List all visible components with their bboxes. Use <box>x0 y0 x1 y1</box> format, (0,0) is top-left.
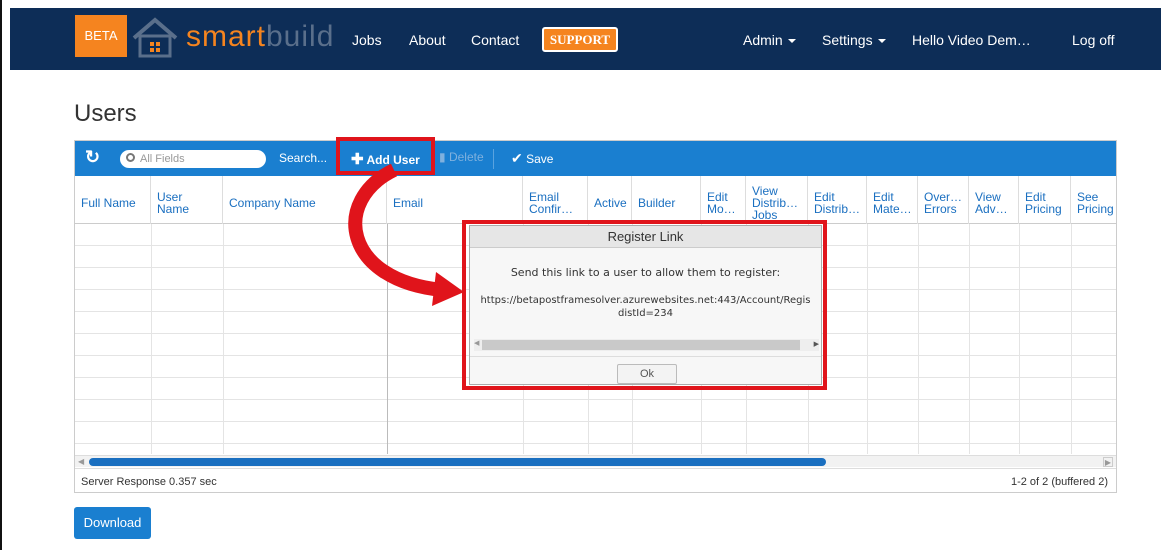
nav-contact[interactable]: Contact <box>471 32 519 48</box>
logo-text-build: build <box>266 20 335 53</box>
col-see-pricing[interactable]: See Pricing <box>1071 176 1116 224</box>
search-icon <box>126 153 135 162</box>
nav-jobs[interactable]: Jobs <box>352 32 382 48</box>
col-over-errors[interactable]: Over… Errors <box>918 176 969 224</box>
nav-user-greeting[interactable]: Hello Video Dem… <box>912 32 1031 48</box>
nav-logoff[interactable]: Log off <box>1072 32 1115 48</box>
col-builder[interactable]: Builder <box>632 176 701 224</box>
app-window: BETA smartbuild Jobs About Contact SUPPO… <box>0 0 1161 550</box>
dialog-scrollbar[interactable]: ◀ ▶ <box>474 339 819 351</box>
col-view-distrib-jobs[interactable]: View Distrib… Jobs <box>746 176 808 224</box>
dialog-divider <box>470 356 821 357</box>
nav-admin-label: Admin <box>743 32 783 48</box>
save-label: Save <box>526 152 554 166</box>
chevron-down-icon <box>877 39 886 44</box>
top-navbar: BETA smartbuild Jobs About Contact SUPPO… <box>10 8 1161 70</box>
dialog-scrollbar-thumb[interactable] <box>482 340 800 350</box>
col-active[interactable]: Active <box>588 176 632 224</box>
save-button[interactable]: ✔ Save <box>511 150 553 167</box>
register-link-dialog: Register Link Send this link to a user t… <box>469 225 822 385</box>
download-button[interactable]: Download <box>74 507 151 539</box>
nav-settings-dropdown[interactable]: Settings <box>822 32 886 48</box>
col-edit-pricing[interactable]: Edit Pricing <box>1019 176 1071 224</box>
page-title: Users <box>74 100 137 127</box>
logo-text-smart: smart <box>186 20 266 53</box>
col-email-confirmed[interactable]: Email Confir… <box>523 176 588 224</box>
scroll-right-arrow-icon[interactable]: ▶ <box>814 340 819 348</box>
ok-button[interactable]: Ok <box>617 364 677 384</box>
beta-badge: BETA <box>75 15 127 57</box>
house-logo-icon <box>132 17 178 58</box>
register-link-text[interactable]: https://betapostframesolver.azurewebsite… <box>470 294 821 320</box>
search-button[interactable]: Search... <box>279 151 327 165</box>
server-response-text: Server Response 0.357 sec <box>81 476 217 488</box>
col-edit-mate[interactable]: Edit Mate… <box>867 176 918 224</box>
nav-admin-dropdown[interactable]: Admin <box>743 32 796 48</box>
checkmark-icon: ✔ <box>511 150 523 166</box>
register-link-line1: https://betapostframesolver.azurewebsite… <box>480 295 811 306</box>
col-edit-mo[interactable]: Edit Mo… <box>701 176 746 224</box>
dialog-message: Send this link to a user to allow them t… <box>510 266 781 279</box>
brand-logo[interactable]: smartbuild <box>186 20 334 54</box>
horizontal-scrollbar[interactable]: ◀ ▶ <box>75 455 1116 467</box>
register-link-line2: distId=234 <box>617 308 674 319</box>
grid-footer: Server Response 0.357 sec 1-2 of 2 (buff… <box>75 468 1116 492</box>
grid-toolbar: ↻ All Fields Search... ✚ Add User ▮ Dele… <box>75 141 1116 176</box>
col-view-adv[interactable]: View Adv… <box>969 176 1019 224</box>
dialog-title: Register Link <box>470 226 821 248</box>
nav-about[interactable]: About <box>409 32 446 48</box>
search-input[interactable]: All Fields <box>120 150 266 168</box>
nav-settings-label: Settings <box>822 32 873 48</box>
support-button[interactable]: SUPPORT <box>542 27 618 52</box>
chevron-down-icon <box>787 39 796 44</box>
scroll-right-arrow-icon[interactable]: ▶ <box>1103 457 1113 467</box>
refresh-icon[interactable]: ↻ <box>85 147 100 168</box>
col-user-name[interactable]: User Name <box>151 176 223 224</box>
curved-arrow-icon <box>348 163 464 306</box>
scrollbar-thumb[interactable] <box>89 458 826 466</box>
toolbar-divider <box>493 149 494 169</box>
record-count-text: 1-2 of 2 (buffered 2) <box>1010 476 1108 488</box>
scroll-left-arrow-icon[interactable]: ◀ <box>474 339 479 347</box>
col-edit-distrib[interactable]: Edit Distrib… <box>808 176 867 224</box>
search-placeholder: All Fields <box>140 153 185 165</box>
col-full-name[interactable]: Full Name <box>75 176 151 224</box>
grid-header: Full Name User Name Company Name Email E… <box>75 176 1116 224</box>
scroll-left-arrow-icon[interactable]: ◀ <box>78 457 84 466</box>
